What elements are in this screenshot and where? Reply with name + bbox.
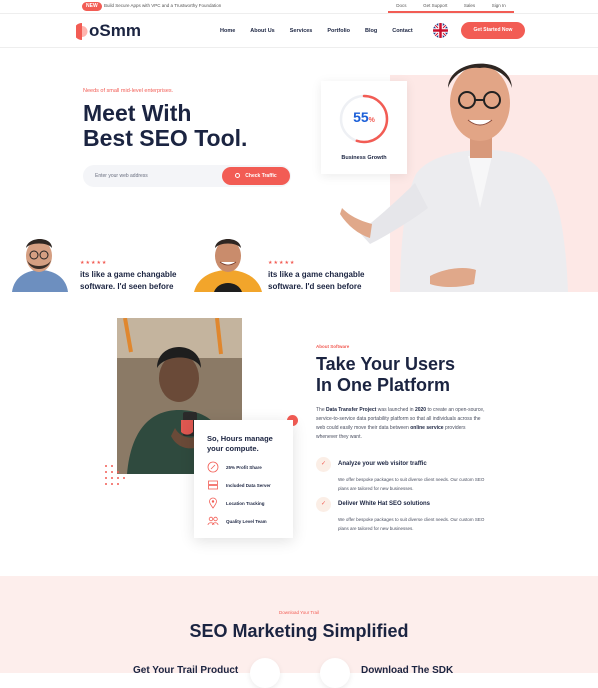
top-bar: NEW Build Secure Apps with VPC and a Tru… <box>0 0 598 13</box>
uk-flag-icon[interactable] <box>433 23 448 38</box>
para-text: was launched in <box>376 407 415 413</box>
product-icon <box>250 658 280 688</box>
sign-in-link[interactable]: Sign In <box>492 3 506 8</box>
testimonial-2-line1: its like a game changable <box>268 270 365 279</box>
compute-title-line1: So, Hours manage <box>207 434 273 443</box>
hero-section: Needs of small mid-level enterprises. Me… <box>0 48 598 296</box>
nav-portfolio[interactable]: Portfolio <box>327 28 350 34</box>
compute-card: So, Hours manage your compute. 25% Profi… <box>194 420 293 538</box>
testimonial-2-text: its like a game changable software. I'd … <box>268 269 364 293</box>
announcement-text[interactable]: Build Secure Apps with VPC and a Trustwo… <box>104 3 221 8</box>
about-tag: About Software <box>316 344 350 349</box>
testimonial-2-stars: ★★★★★ <box>268 260 296 266</box>
about-title-line1: Take Your Users <box>316 354 456 374</box>
check-traffic-button[interactable]: Check Traffic <box>222 167 290 185</box>
nav-home[interactable]: Home <box>220 28 235 34</box>
nav-blog[interactable]: Blog <box>365 28 377 34</box>
about-title-line2: In One Platform <box>316 375 451 395</box>
main-header: oSmm Home About Us Services Portfolio Bl… <box>0 13 598 48</box>
about-paragraph: The Data Transfer Project was launched i… <box>316 406 486 442</box>
server-icon <box>208 480 218 490</box>
feature-desc: We offer bespoke packages to suit divers… <box>338 517 485 531</box>
team-icon <box>207 516 219 526</box>
about-section: So, Hours manage your compute. 25% Profi… <box>0 296 598 576</box>
logo-icon[interactable] <box>76 23 88 40</box>
testimonial-1-line1: its like a game changable <box>80 270 177 279</box>
testimonial-1-line2: software. I'd seen before <box>80 282 174 291</box>
compute-title: So, Hours manage your compute. <box>207 434 273 454</box>
testimonial-1-stars: ★★★★★ <box>80 260 108 266</box>
check-icon: ✓ <box>316 497 331 512</box>
location-pin-icon <box>209 497 217 509</box>
search-input[interactable]: Enter your web address <box>95 173 148 179</box>
hero-person-image <box>340 63 568 292</box>
hero-title-line1: Meet With <box>83 100 192 126</box>
testimonial-2-line2: software. I'd seen before <box>268 282 362 291</box>
nav-contact[interactable]: Contact <box>392 28 412 34</box>
check-icon: ✓ <box>316 457 331 472</box>
search-form: Enter your web address Check Traffic <box>83 165 291 187</box>
feature-desc: We offer bespoke packages to suit divers… <box>338 477 485 491</box>
feature-title: Analyze your web visitor traffic <box>338 461 427 467</box>
top-links: Docs Get Support Sales Sign In <box>388 0 514 13</box>
percent-icon <box>207 461 219 473</box>
hero-title: Meet With Best SEO Tool. <box>83 101 247 151</box>
download-sdk-heading[interactable]: Download The SDK <box>361 665 453 676</box>
about-title: Take Your Users In One Platform <box>316 354 455 396</box>
sales-link[interactable]: Sales <box>464 3 475 8</box>
para-bold: 2020 <box>414 407 427 413</box>
hero-title-line2: Best SEO Tool. <box>83 125 248 151</box>
compute-item-label: Quality Level Team <box>226 518 267 524</box>
nav-services[interactable]: Services <box>290 28 313 34</box>
testimonial-avatar-1 <box>12 239 68 292</box>
hero-tagline: Needs of small mid-level enterprises. <box>83 88 174 94</box>
nav-about[interactable]: About Us <box>250 28 274 34</box>
download-tag: Download Your Trail <box>278 610 320 615</box>
get-started-button[interactable]: Get Started Now <box>461 22 525 39</box>
download-icon <box>320 658 350 688</box>
download-title: SEO Marketing Simplified <box>189 621 409 641</box>
search-icon <box>235 173 241 178</box>
para-bold: Data Transfer Project <box>326 407 377 413</box>
download-section: Download Your Trail SEO Marketing Simpli… <box>0 576 598 688</box>
para-text: The <box>316 407 327 413</box>
compute-item-label: Included Data Server <box>226 482 271 488</box>
compute-item-location: Location Tracking <box>207 497 265 509</box>
trail-product-heading[interactable]: Get Your Trail Product <box>133 665 238 676</box>
testimonial-avatar-2 <box>194 239 262 292</box>
main-nav: Home About Us Services Portfolio Blog Co… <box>220 28 428 34</box>
compute-item-profit: 25% Profit Share <box>207 461 262 473</box>
check-traffic-label: Check Traffic <box>245 173 277 179</box>
para-bold: online service <box>410 425 444 431</box>
feature-title: Deliver White Hat SEO solutions <box>338 501 431 507</box>
decor-dot-grid <box>105 465 125 485</box>
compute-title-line2: your compute. <box>207 444 259 453</box>
compute-item-team: Quality Level Team <box>207 515 267 527</box>
testimonial-1-text: its like a game changable software. I'd … <box>80 269 176 293</box>
support-link[interactable]: Get Support <box>423 3 447 8</box>
new-badge: NEW <box>82 2 102 11</box>
compute-item-label: 25% Profit Share <box>226 464 262 470</box>
compute-item-server: Included Data Server <box>207 479 271 491</box>
docs-link[interactable]: Docs <box>396 3 406 8</box>
logo-text[interactable]: oSmm <box>89 21 141 41</box>
compute-item-label: Location Tracking <box>226 500 265 506</box>
